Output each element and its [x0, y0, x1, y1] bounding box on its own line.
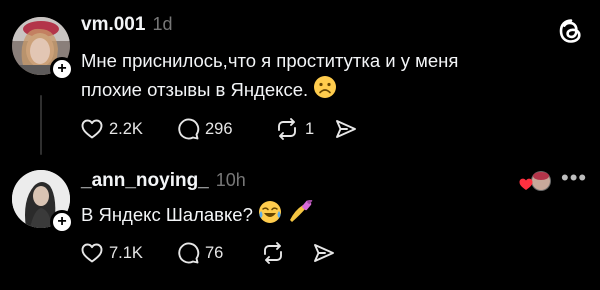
avatar-wrapper: + — [12, 170, 74, 234]
repost-icon — [278, 118, 296, 140]
comment-button[interactable]: 296 — [176, 117, 274, 141]
follow-plus-icon[interactable]: + — [50, 210, 74, 234]
repost-button[interactable]: 1 — [274, 117, 334, 141]
username[interactable]: _ann_noying_ — [81, 170, 209, 192]
post-text-line: Мне приснилось,что я проститутка и у мен… — [81, 50, 459, 71]
nail-polish-icon — [287, 198, 313, 232]
post-header: _ann_noying_ 10h — [81, 170, 246, 192]
post-header: vm.001 1d — [81, 14, 172, 36]
repost-button[interactable] — [260, 241, 312, 265]
share-button[interactable] — [334, 117, 358, 141]
send-icon — [336, 120, 356, 138]
comment-bubble-icon — [178, 242, 200, 264]
share-button[interactable] — [312, 241, 336, 265]
username[interactable]: vm.001 — [81, 14, 145, 36]
post-text-line: плохие отзывы в Яндексе. — [81, 75, 458, 107]
post-text: В Яндекс Шалавке? — [81, 198, 313, 232]
follow-plus-icon[interactable]: + — [50, 57, 74, 81]
send-icon — [314, 244, 334, 262]
comment-bubble-icon — [178, 118, 200, 140]
tears-of-joy-face-icon — [258, 200, 282, 232]
action-bar: 2.2K 296 1 — [80, 117, 358, 141]
like-button[interactable]: 7.1K — [80, 241, 176, 265]
timestamp: 1d — [152, 14, 173, 34]
threads-logo-icon[interactable] — [557, 17, 585, 45]
like-button[interactable]: 2.2K — [80, 117, 176, 141]
post-text: Мне приснилось,что я проститутка и у мен… — [81, 46, 458, 107]
comment-button[interactable]: 76 — [176, 241, 260, 265]
post-text-content: В Яндекс Шалавке? — [81, 204, 253, 225]
heart-icon — [81, 243, 103, 263]
more-options-icon[interactable]: ••• — [561, 167, 587, 189]
liked-by-author-badge — [518, 170, 552, 194]
timestamp: 10h — [215, 170, 246, 190]
repost-icon — [264, 242, 282, 264]
repost-count: 1 — [305, 119, 315, 138]
avatar-wrapper: + — [12, 17, 74, 81]
like-count: 2.2K — [109, 119, 143, 138]
post-text-line-content: плохие отзывы в Яндексе. — [81, 79, 309, 100]
thread-connector-line — [40, 95, 42, 155]
comment-count: 76 — [205, 243, 224, 262]
comment-count: 296 — [205, 119, 233, 138]
like-count: 7.1K — [109, 243, 143, 262]
frowning-face-icon — [313, 75, 337, 107]
action-bar: 7.1K 76 — [80, 241, 336, 265]
heart-icon — [81, 119, 103, 139]
